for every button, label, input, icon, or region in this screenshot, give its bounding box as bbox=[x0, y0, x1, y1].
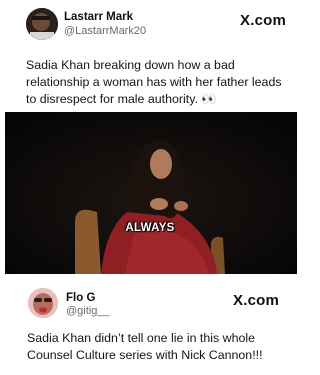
avatar-photo bbox=[28, 288, 58, 318]
avatar[interactable] bbox=[26, 8, 58, 40]
x-logo: X.com bbox=[240, 12, 287, 29]
avatar[interactable] bbox=[28, 288, 58, 318]
author-handle[interactable]: @LastarrMark20 bbox=[64, 25, 146, 37]
x-logo: X.com bbox=[233, 292, 280, 309]
video-caption: ALWAYS bbox=[125, 222, 175, 234]
avatar-photo bbox=[26, 8, 58, 40]
video-thumbnail[interactable] bbox=[5, 112, 297, 274]
author-name[interactable]: Flo G bbox=[66, 292, 95, 304]
tweet-text: Sadia Khan breaking down how a bad relat… bbox=[26, 58, 282, 106]
tweet-card-lastarr-mark[interactable]: Lastarr Mark @LastarrMark20 X.com Sadia … bbox=[0, 0, 300, 290]
video-frame-image bbox=[5, 112, 297, 274]
tweet-text: Sadia Khan didn’t tell one lie in this w… bbox=[27, 331, 263, 362]
author-name[interactable]: Lastarr Mark bbox=[64, 11, 133, 23]
author-handle[interactable]: @gitig__ bbox=[66, 305, 110, 317]
